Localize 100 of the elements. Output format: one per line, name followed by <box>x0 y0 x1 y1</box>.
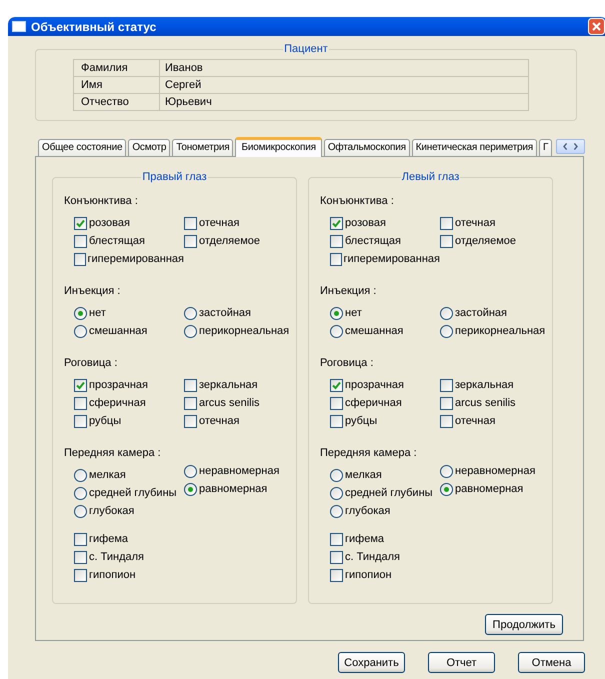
option-label[interactable]: смешанная <box>89 325 148 337</box>
checkbox[interactable] <box>330 378 343 392</box>
radio-button[interactable] <box>74 486 87 500</box>
option-label[interactable]: arcus senilis <box>199 397 260 409</box>
radio-button[interactable] <box>184 324 197 338</box>
radio-button[interactable] <box>74 468 87 482</box>
option-label[interactable]: неравномерная <box>455 465 536 477</box>
option-label[interactable]: отделяемое <box>455 235 516 247</box>
checkbox[interactable] <box>74 252 86 266</box>
radio-button[interactable] <box>440 464 453 478</box>
radio-button[interactable] <box>440 482 453 496</box>
checkbox[interactable] <box>440 216 453 230</box>
tab[interactable]: Офтальмоскопия <box>324 139 410 156</box>
radio-button[interactable] <box>74 324 87 338</box>
tab[interactable]: Биомикроскопия <box>235 137 322 157</box>
radio-button[interactable] <box>184 306 197 320</box>
option-label[interactable]: arcus senilis <box>455 397 516 409</box>
checkbox[interactable] <box>440 414 453 428</box>
radio-button[interactable] <box>74 504 87 518</box>
option-label[interactable]: розовая <box>345 217 386 229</box>
checkbox[interactable] <box>330 396 343 410</box>
option-label[interactable]: равномерная <box>455 483 524 495</box>
option-label[interactable]: зеркальная <box>455 379 514 391</box>
tab[interactable]: Тонометрия <box>172 139 234 156</box>
option-label[interactable]: застойная <box>455 307 507 319</box>
option-label[interactable]: сферичная <box>345 397 402 409</box>
option-label[interactable]: гипопион <box>345 569 392 581</box>
dialog-button[interactable]: Отчет <box>428 652 495 673</box>
option-label[interactable]: прозрачная <box>89 379 148 391</box>
continue-button[interactable]: Продолжить <box>485 614 563 635</box>
option-label[interactable]: гиперемированная <box>344 253 440 265</box>
checkbox[interactable] <box>184 414 197 428</box>
checkbox[interactable] <box>440 396 453 410</box>
checkbox[interactable] <box>330 568 343 582</box>
option-label[interactable]: розовая <box>89 217 130 229</box>
option-label[interactable]: средней глубины <box>345 487 433 499</box>
option-label[interactable]: рубцы <box>345 415 378 427</box>
radio-button[interactable] <box>184 482 197 496</box>
tab[interactable]: Общее состояние <box>38 139 126 156</box>
option-label[interactable]: отечная <box>199 217 240 229</box>
tab[interactable]: Осмотр <box>128 139 170 156</box>
checkbox[interactable] <box>184 378 197 392</box>
tab-scroll-arrows-icon[interactable] <box>556 139 585 154</box>
checkbox[interactable] <box>184 396 197 410</box>
option-label[interactable]: перикорнеальная <box>455 325 546 337</box>
option-label[interactable]: гиперемированная <box>88 253 184 265</box>
radio-button[interactable] <box>330 324 343 338</box>
radio-button[interactable] <box>330 486 343 500</box>
checkbox[interactable] <box>74 568 87 582</box>
checkbox[interactable] <box>74 532 87 546</box>
checkbox[interactable] <box>330 216 343 230</box>
option-label[interactable]: смешанная <box>345 325 404 337</box>
option-label[interactable]: нет <box>89 307 106 319</box>
checkbox[interactable] <box>330 234 343 248</box>
option-label[interactable]: отечная <box>199 415 240 427</box>
radio-button[interactable] <box>74 306 87 320</box>
radio-button[interactable] <box>440 324 453 338</box>
dialog-button[interactable]: Отмена <box>518 652 585 673</box>
tab[interactable]: Г <box>539 139 552 156</box>
option-label[interactable]: гифема <box>345 533 384 545</box>
checkbox[interactable] <box>74 378 87 392</box>
radio-button[interactable] <box>184 464 197 478</box>
option-label[interactable]: зеркальная <box>199 379 258 391</box>
option-label[interactable]: неравномерная <box>199 465 280 477</box>
radio-button[interactable] <box>440 306 453 320</box>
option-label[interactable]: гифема <box>89 533 128 545</box>
dialog-button[interactable]: Сохранить <box>338 652 405 673</box>
radio-button[interactable] <box>330 504 343 518</box>
option-label[interactable]: нет <box>345 307 362 319</box>
option-label[interactable]: отделяемое <box>199 235 260 247</box>
checkbox[interactable] <box>440 234 453 248</box>
checkbox[interactable] <box>184 216 197 230</box>
checkbox[interactable] <box>330 414 343 428</box>
option-label[interactable]: с. Тиндаля <box>89 551 144 563</box>
checkbox[interactable] <box>74 234 87 248</box>
option-label[interactable]: равномерная <box>199 483 268 495</box>
checkbox[interactable] <box>330 550 343 564</box>
checkbox[interactable] <box>74 396 87 410</box>
option-label[interactable]: глубокая <box>89 505 134 517</box>
checkbox[interactable] <box>440 378 453 392</box>
option-label[interactable]: гипопион <box>89 569 136 581</box>
option-label[interactable]: прозрачная <box>345 379 404 391</box>
option-label[interactable]: блестящая <box>345 235 401 247</box>
option-label[interactable]: застойная <box>199 307 251 319</box>
option-label[interactable]: перикорнеальная <box>199 325 290 337</box>
option-label[interactable]: отечная <box>455 415 496 427</box>
checkbox[interactable] <box>74 216 87 230</box>
option-label[interactable]: глубокая <box>345 505 390 517</box>
radio-button[interactable] <box>330 468 343 482</box>
option-label[interactable]: мелкая <box>89 469 126 481</box>
radio-button[interactable] <box>330 306 343 320</box>
tab[interactable]: Кинетическая периметрия <box>412 139 538 156</box>
option-label[interactable]: сферичная <box>89 397 146 409</box>
checkbox[interactable] <box>184 234 197 248</box>
option-label[interactable]: с. Тиндаля <box>345 551 400 563</box>
option-label[interactable]: рубцы <box>89 415 122 427</box>
checkbox[interactable] <box>330 252 342 266</box>
option-label[interactable]: мелкая <box>345 469 382 481</box>
option-label[interactable]: блестящая <box>89 235 145 247</box>
checkbox[interactable] <box>330 532 343 546</box>
